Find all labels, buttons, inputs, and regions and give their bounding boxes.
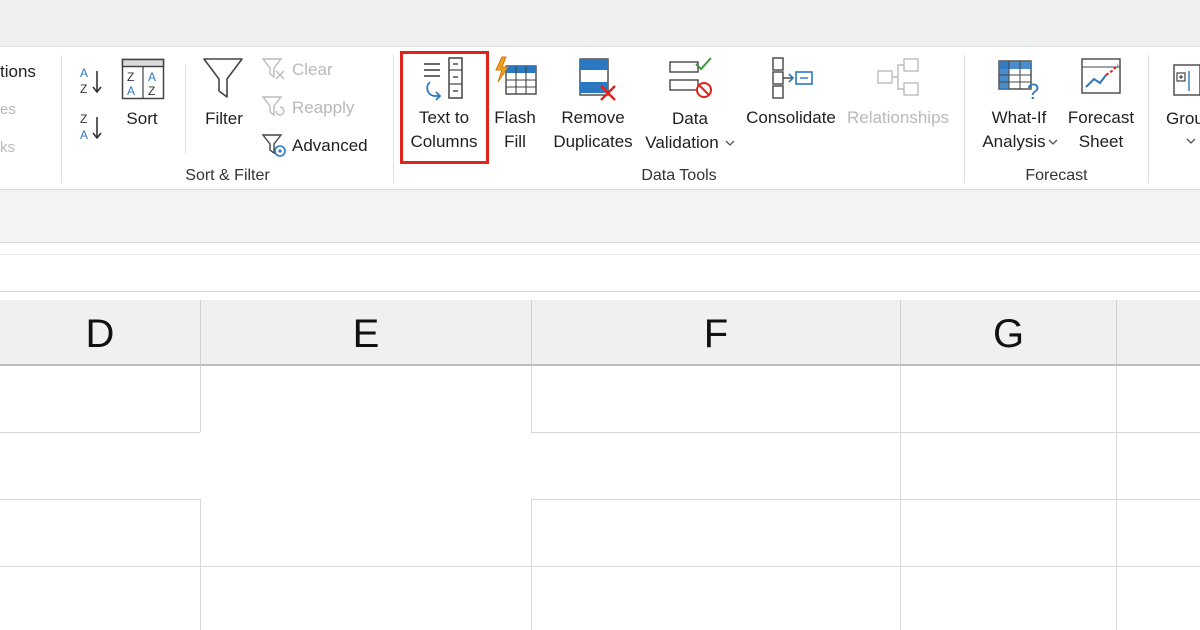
svg-text:A: A	[80, 66, 88, 80]
group-button[interactable]: Grou	[1166, 107, 1200, 130]
group-icon[interactable]	[1172, 59, 1200, 99]
text-to-columns-button[interactable]	[400, 51, 489, 164]
funnel-icon[interactable]	[202, 57, 244, 101]
svg-text:Z: Z	[80, 82, 87, 96]
chevron-down-icon[interactable]	[725, 139, 735, 147]
sort-z-to-a-icon[interactable]: Z A	[78, 111, 108, 143]
data-validation-label-2[interactable]: Validation	[640, 131, 724, 154]
forecast-sheet-icon[interactable]	[1080, 57, 1124, 99]
what-if-label-1[interactable]: What-If	[980, 106, 1058, 129]
group-label-sort-filter: Sort & Filter	[185, 167, 270, 184]
relationships-icon	[877, 58, 919, 96]
svg-text:A: A	[80, 128, 88, 142]
filter-button[interactable]: Filter	[196, 107, 252, 130]
column-header-f[interactable]: F	[532, 300, 901, 366]
svg-text:?: ?	[1027, 79, 1039, 101]
remove-duplicates-label-1[interactable]: Remove	[552, 106, 634, 129]
data-validation-icon[interactable]	[668, 56, 714, 102]
tab-strip	[0, 0, 1200, 47]
column-header-g[interactable]: G	[901, 300, 1117, 366]
remove-duplicates-label-2[interactable]: Duplicates	[552, 130, 634, 153]
forecast-sheet-label-2[interactable]: Sheet	[1064, 130, 1138, 153]
column-letter: F	[703, 312, 729, 356]
column-header-e[interactable]: E	[201, 300, 532, 366]
relationships-button: Relationships	[846, 108, 950, 127]
flash-fill-label-2[interactable]: Fill	[490, 130, 540, 153]
column-letter: D	[85, 312, 115, 356]
clear-filter-icon	[262, 58, 285, 80]
advanced-filter-icon[interactable]	[262, 133, 288, 159]
column-header-h[interactable]	[1117, 300, 1200, 366]
data-validation-label-1[interactable]: Data	[648, 107, 732, 130]
sort-dialog-icon[interactable]: Z A A Z	[121, 58, 165, 100]
chevron-down-icon[interactable]	[1186, 137, 1196, 145]
chevron-down-icon[interactable]	[1048, 138, 1058, 146]
group-separator	[1148, 55, 1149, 183]
svg-text:Z: Z	[127, 70, 134, 84]
what-if-label-2[interactable]: Analysis	[975, 130, 1053, 153]
cell-grid[interactable]	[0, 366, 1200, 630]
ribbon: tions es ks A Z Z A Z A A Z Sort Filter …	[0, 47, 1200, 190]
svg-text:A: A	[148, 70, 156, 84]
column-header-d[interactable]: D	[0, 300, 201, 366]
clipped-ribbon-item-2: es	[0, 101, 16, 118]
reapply-filter-icon	[262, 96, 285, 117]
inner-separator	[185, 65, 186, 153]
what-if-icon[interactable]: ?	[997, 57, 1043, 101]
clipped-ribbon-item-3: ks	[0, 139, 15, 156]
svg-text:Z: Z	[80, 112, 87, 126]
consolidate-button[interactable]: Consolidate	[742, 106, 840, 129]
formula-bar-area	[0, 190, 1200, 243]
svg-text:A: A	[127, 84, 135, 98]
clear-button: Clear	[292, 60, 333, 79]
advanced-button[interactable]: Advanced	[292, 134, 368, 157]
group-label-forecast: Forecast	[1025, 167, 1088, 184]
group-label-data-tools: Data Tools	[641, 167, 717, 184]
forecast-sheet-label-1[interactable]: Forecast	[1064, 106, 1138, 129]
flash-fill-label-1[interactable]: Flash	[490, 106, 540, 129]
svg-text:Z: Z	[148, 84, 155, 98]
column-letter: E	[352, 312, 380, 356]
flash-fill-icon[interactable]	[494, 56, 538, 98]
group-separator	[964, 55, 965, 183]
reapply-button: Reapply	[292, 98, 355, 117]
sort-button[interactable]: Sort	[116, 107, 168, 130]
group-separator	[393, 55, 394, 183]
column-letter: G	[992, 312, 1025, 356]
remove-duplicates-icon[interactable]	[577, 56, 619, 102]
consolidate-icon[interactable]	[770, 56, 814, 100]
formula-bar[interactable]	[0, 254, 1200, 292]
clipped-ribbon-item-1[interactable]: tions	[0, 60, 36, 83]
sort-a-to-z-icon[interactable]: A Z	[78, 65, 108, 97]
group-separator	[61, 55, 62, 183]
